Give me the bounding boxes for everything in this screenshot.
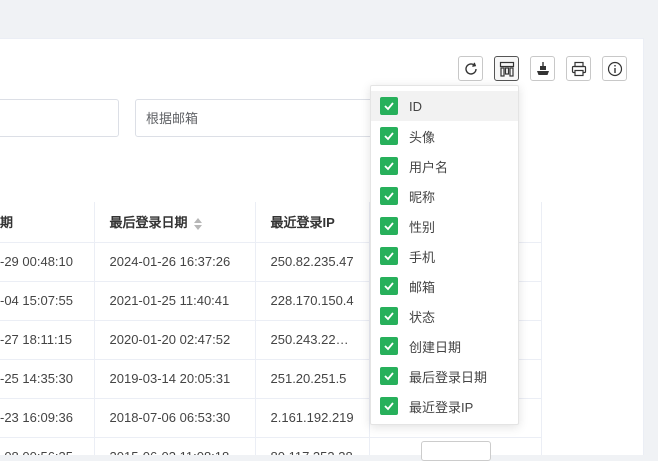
cell: 80.117.253.38: [255, 437, 370, 455]
search-input-left[interactable]: [0, 99, 119, 137]
checkbox-checked-icon[interactable]: [380, 187, 398, 205]
columns-button[interactable]: [494, 56, 519, 81]
cell: 250.82.235.47: [255, 242, 370, 282]
checkbox-checked-icon[interactable]: [380, 217, 398, 235]
column-visibility-menu: ID 头像 用户名 昵称 性别 手机 邮箱 状态 创建日期 最后登录日期 最近登…: [370, 85, 519, 425]
column-option-last-login-date[interactable]: 最后登录日期: [371, 361, 518, 391]
info-button[interactable]: [602, 56, 627, 81]
checkbox-checked-icon[interactable]: [380, 97, 398, 115]
cell: 2015-06-03 11:08:18: [94, 437, 256, 455]
header-last-login-date[interactable]: 最后登录日期: [94, 202, 256, 243]
columns-icon: [499, 61, 514, 77]
row-action-button[interactable]: [421, 441, 491, 461]
checkbox-checked-icon[interactable]: [380, 307, 398, 325]
column-option-last-login-ip[interactable]: 最近登录IP: [371, 391, 518, 421]
cell: -23 16:09:36: [0, 398, 95, 438]
checkbox-checked-icon[interactable]: [380, 247, 398, 265]
header-last-login-ip[interactable]: 最近登录IP: [255, 202, 370, 243]
checkbox-checked-icon[interactable]: [380, 337, 398, 355]
column-option-nickname[interactable]: 昵称: [371, 181, 518, 211]
column-option-avatar[interactable]: 头像: [371, 121, 518, 151]
cell: -27 18:11:15: [0, 320, 95, 360]
checkbox-checked-icon[interactable]: [380, 397, 398, 415]
cell: 2024-01-26 16:37:26: [94, 242, 256, 282]
export-button[interactable]: [530, 56, 555, 81]
cell: -08 00:56:35: [0, 437, 95, 455]
cell: 251.20.251.5: [255, 359, 370, 399]
email-search-input[interactable]: [135, 99, 375, 137]
cell: 2018-07-06 06:53:30: [94, 398, 256, 438]
column-option-id[interactable]: ID: [371, 91, 518, 121]
email-field[interactable]: [136, 100, 374, 136]
checkbox-checked-icon[interactable]: [380, 157, 398, 175]
column-option-username[interactable]: 用户名: [371, 151, 518, 181]
info-icon: [607, 61, 622, 76]
print-button[interactable]: [566, 56, 591, 81]
column-option-create-date[interactable]: 创建日期: [371, 331, 518, 361]
checkbox-checked-icon[interactable]: [380, 277, 398, 295]
refresh-button[interactable]: [458, 56, 483, 81]
column-option-status[interactable]: 状态: [371, 301, 518, 331]
cell: 250.243.22…: [255, 320, 370, 360]
cell: 2020-01-20 02:47:52: [94, 320, 256, 360]
column-option-phone[interactable]: 手机: [371, 241, 518, 271]
cell: -25 14:35:30: [0, 359, 95, 399]
cell: 2.161.192.219: [255, 398, 370, 438]
main-panel: 期 最后登录日期 最近登录IP -29 00:48:102024-01-26 1…: [0, 38, 644, 455]
checkbox-checked-icon[interactable]: [380, 127, 398, 145]
cell: 228.170.150.4: [255, 281, 370, 321]
refresh-icon: [464, 62, 477, 75]
sort-icon[interactable]: [193, 217, 202, 230]
cell: -04 15:07:55: [0, 281, 95, 321]
header-create-date[interactable]: 期: [0, 202, 95, 243]
cell: 2019-03-14 20:05:31: [94, 359, 256, 399]
search-field[interactable]: [0, 100, 118, 136]
column-option-gender[interactable]: 性别: [371, 211, 518, 241]
checkbox-checked-icon[interactable]: [380, 367, 398, 385]
print-icon: [571, 61, 586, 76]
cell: 2021-01-25 11:40:41: [94, 281, 256, 321]
column-option-email[interactable]: 邮箱: [371, 271, 518, 301]
cell: -29 00:48:10: [0, 242, 95, 282]
export-icon: [536, 61, 549, 75]
